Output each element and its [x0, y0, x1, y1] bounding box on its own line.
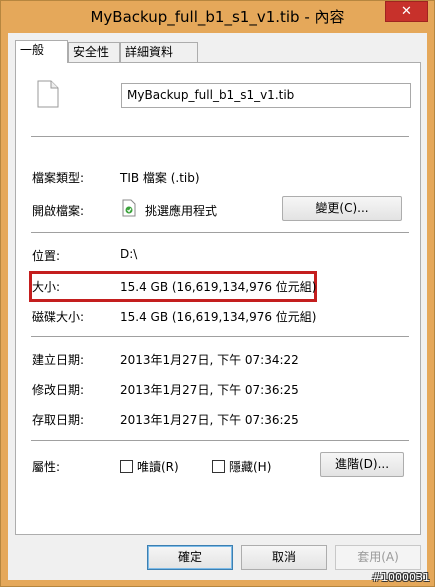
- modified-value: 2013年1月27日, 下午 07:36:25: [120, 383, 299, 397]
- accessed-label: 存取日期:: [32, 413, 85, 427]
- separator: [31, 440, 409, 441]
- attributes-label: 屬性:: [32, 460, 61, 474]
- file-name-input[interactable]: MyBackup_full_b1_s1_v1.tib: [121, 83, 411, 108]
- size-value: 15.4 GB (16,619,134,976 位元組): [120, 280, 317, 294]
- advanced-button[interactable]: 進階(D)...: [320, 452, 404, 477]
- opens-with-label: 開啟檔案:: [32, 204, 85, 218]
- separator: [31, 232, 409, 233]
- location-label: 位置:: [32, 249, 61, 263]
- cancel-button[interactable]: 取消: [241, 545, 327, 570]
- general-tab-panel: MyBackup_full_b1_s1_v1.tib 檔案類型: TIB 檔案 …: [15, 62, 421, 535]
- tab-security[interactable]: 安全性: [68, 42, 120, 62]
- size-on-disk-label: 磁碟大小:: [32, 310, 85, 324]
- opens-with-value: 挑選應用程式: [145, 204, 218, 218]
- file-type-label: 檔案類型:: [32, 171, 85, 185]
- size-label: 大小:: [32, 280, 61, 294]
- readonly-checkbox[interactable]: [120, 460, 133, 473]
- separator: [31, 136, 409, 137]
- separator: [31, 336, 409, 337]
- unknown-app-icon: [122, 199, 136, 217]
- close-button[interactable]: ✕: [385, 1, 428, 22]
- readonly-label[interactable]: 唯讀(R): [137, 458, 179, 475]
- created-value: 2013年1月27日, 下午 07:34:22: [120, 353, 299, 367]
- window-title: MyBackup_full_b1_s1_v1.tib - 內容: [90, 8, 345, 26]
- location-value: D:\: [120, 247, 138, 261]
- change-button[interactable]: 變更(C)...: [282, 196, 402, 221]
- watermark: #1000031: [371, 571, 430, 584]
- dialog-client-area: 一般 安全性 詳細資料 MyBackup_full_b1_s1_v1.tib 檔…: [8, 33, 427, 580]
- accessed-value: 2013年1月27日, 下午 07:36:25: [120, 413, 299, 427]
- tab-details[interactable]: 詳細資料: [120, 42, 198, 62]
- hidden-checkbox[interactable]: [212, 460, 225, 473]
- apply-button[interactable]: 套用(A): [335, 545, 421, 570]
- modified-label: 修改日期:: [32, 383, 85, 397]
- file-icon: [37, 80, 59, 108]
- hidden-label[interactable]: 隱藏(H): [229, 458, 271, 475]
- file-type-value: TIB 檔案 (.tib): [120, 171, 200, 185]
- ok-button[interactable]: 確定: [147, 545, 233, 570]
- close-icon: ✕: [401, 4, 412, 19]
- properties-window: MyBackup_full_b1_s1_v1.tib - 內容 ✕ 一般 安全性…: [0, 0, 435, 587]
- size-on-disk-value: 15.4 GB (16,619,134,976 位元組): [120, 310, 317, 324]
- created-label: 建立日期:: [32, 353, 85, 367]
- title-bar[interactable]: MyBackup_full_b1_s1_v1.tib - 內容 ✕: [1, 1, 434, 33]
- tab-general[interactable]: 一般: [15, 40, 68, 63]
